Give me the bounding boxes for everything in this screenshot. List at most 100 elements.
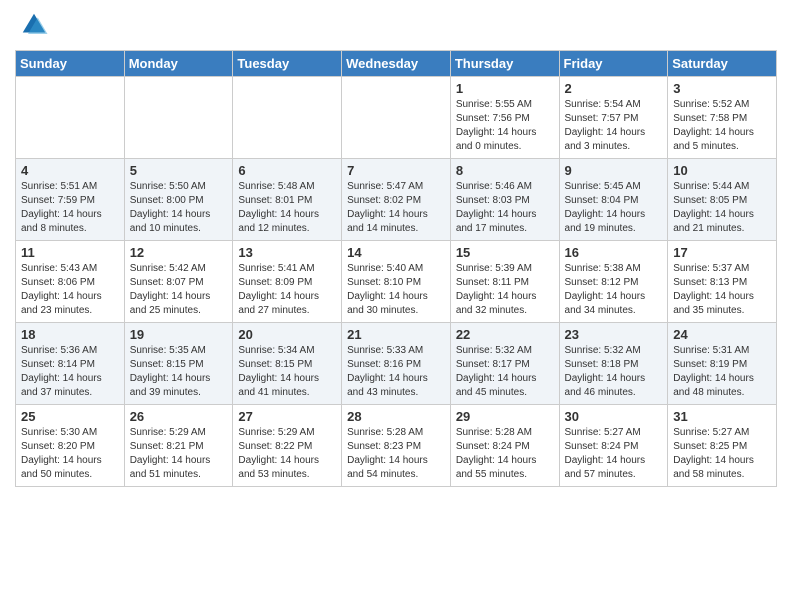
- day-info: Sunrise: 5:27 AM Sunset: 8:25 PM Dayligh…: [673, 426, 771, 482]
- day-info: Sunrise: 5:40 AM Sunset: 8:10 PM Dayligh…: [347, 262, 445, 318]
- day-number: 5: [130, 163, 228, 178]
- calendar-cell: 1Sunrise: 5:55 AM Sunset: 7:56 PM Daylig…: [450, 77, 559, 159]
- day-info: Sunrise: 5:44 AM Sunset: 8:05 PM Dayligh…: [673, 180, 771, 236]
- day-number: 18: [21, 327, 119, 342]
- day-number: 16: [565, 245, 663, 260]
- calendar-cell: 25 Sunrise: 5:30 AM Sunset: 8:20 PM Dayli…: [16, 405, 125, 487]
- calendar-cell: 4Sunrise: 5:51 AM Sunset: 7:59 PM Daylig…: [16, 159, 125, 241]
- calendar-week-1: 1Sunrise: 5:55 AM Sunset: 7:56 PM Daylig…: [16, 77, 777, 159]
- day-info: Sunrise: 5:29 AM Sunset: 8:22 PM Dayligh…: [238, 426, 336, 482]
- day-info: Sunrise: 5:41 AM Sunset: 8:09 PM Dayligh…: [238, 262, 336, 318]
- calendar-body: 1Sunrise: 5:55 AM Sunset: 7:56 PM Daylig…: [16, 77, 777, 487]
- calendar-cell: 3Sunrise: 5:52 AM Sunset: 7:58 PM Daylig…: [668, 77, 777, 159]
- calendar-week-3: 11 Sunrise: 5:43 AM Sunset: 8:06 PM Dayli…: [16, 241, 777, 323]
- day-number: 22: [456, 327, 554, 342]
- day-info: Sunrise: 5:33 AM Sunset: 8:16 PM Dayligh…: [347, 344, 445, 400]
- day-number: 12: [130, 245, 228, 260]
- calendar-cell: 31 Sunrise: 5:27 AM Sunset: 8:25 PM Dayli…: [668, 405, 777, 487]
- weekday-header-friday: Friday: [559, 51, 668, 77]
- day-info: Sunrise: 5:29 AM Sunset: 8:21 PM Dayligh…: [130, 426, 228, 482]
- day-number: 27: [238, 409, 336, 424]
- day-number: 4: [21, 163, 119, 178]
- day-info: Sunrise: 5:32 AM Sunset: 8:17 PM Dayligh…: [456, 344, 554, 400]
- day-info: Sunrise: 5:42 AM Sunset: 8:07 PM Dayligh…: [130, 262, 228, 318]
- calendar-cell: 13Sunrise: 5:41 AM Sunset: 8:09 PM Dayli…: [233, 241, 342, 323]
- calendar-cell: 18 Sunrise: 5:36 AM Sunset: 8:14 PM Dayli…: [16, 323, 125, 405]
- calendar-cell: 14 Sunrise: 5:40 AM Sunset: 8:10 PM Dayli…: [342, 241, 451, 323]
- day-number: 25: [21, 409, 119, 424]
- calendar-cell: 23Sunrise: 5:32 AM Sunset: 8:18 PM Dayli…: [559, 323, 668, 405]
- calendar-cell: 11 Sunrise: 5:43 AM Sunset: 8:06 PM Dayli…: [16, 241, 125, 323]
- calendar-cell: 19Sunrise: 5:35 AM Sunset: 8:15 PM Dayli…: [124, 323, 233, 405]
- calendar-cell: [124, 77, 233, 159]
- calendar-cell: [233, 77, 342, 159]
- calendar-cell: 30 Sunrise: 5:27 AM Sunset: 8:24 PM Dayli…: [559, 405, 668, 487]
- day-number: 19: [130, 327, 228, 342]
- weekday-header-monday: Monday: [124, 51, 233, 77]
- day-number: 11: [21, 245, 119, 260]
- calendar-cell: 29 Sunrise: 5:28 AM Sunset: 8:24 PM Dayli…: [450, 405, 559, 487]
- day-info: Sunrise: 5:43 AM Sunset: 8:06 PM Dayligh…: [21, 262, 119, 318]
- calendar-cell: 20 Sunrise: 5:34 AM Sunset: 8:15 PM Dayli…: [233, 323, 342, 405]
- calendar-cell: 24 Sunrise: 5:31 AM Sunset: 8:19 PM Dayli…: [668, 323, 777, 405]
- day-info: Sunrise: 5:36 AM Sunset: 8:14 PM Dayligh…: [21, 344, 119, 400]
- day-info: Sunrise: 5:32 AM Sunset: 8:18 PM Dayligh…: [565, 344, 663, 400]
- day-number: 24: [673, 327, 771, 342]
- calendar-cell: 21 Sunrise: 5:33 AM Sunset: 8:16 PM Dayli…: [342, 323, 451, 405]
- day-number: 20: [238, 327, 336, 342]
- weekday-header-saturday: Saturday: [668, 51, 777, 77]
- day-number: 26: [130, 409, 228, 424]
- calendar-cell: 28 Sunrise: 5:28 AM Sunset: 8:23 PM Dayli…: [342, 405, 451, 487]
- day-info: Sunrise: 5:28 AM Sunset: 8:23 PM Dayligh…: [347, 426, 445, 482]
- day-number: 6: [238, 163, 336, 178]
- calendar-week-5: 25 Sunrise: 5:30 AM Sunset: 8:20 PM Dayli…: [16, 405, 777, 487]
- day-info: Sunrise: 5:39 AM Sunset: 8:11 PM Dayligh…: [456, 262, 554, 318]
- day-info: Sunrise: 5:48 AM Sunset: 8:01 PM Dayligh…: [238, 180, 336, 236]
- calendar-week-2: 4Sunrise: 5:51 AM Sunset: 7:59 PM Daylig…: [16, 159, 777, 241]
- calendar-cell: 8 Sunrise: 5:46 AM Sunset: 8:03 PM Daylig…: [450, 159, 559, 241]
- day-number: 8: [456, 163, 554, 178]
- day-info: Sunrise: 5:30 AM Sunset: 8:20 PM Dayligh…: [21, 426, 119, 482]
- calendar-table: SundayMondayTuesdayWednesdayThursdayFrid…: [15, 50, 777, 487]
- day-info: Sunrise: 5:47 AM Sunset: 8:02 PM Dayligh…: [347, 180, 445, 236]
- calendar-cell: 27 Sunrise: 5:29 AM Sunset: 8:22 PM Dayli…: [233, 405, 342, 487]
- day-info: Sunrise: 5:34 AM Sunset: 8:15 PM Dayligh…: [238, 344, 336, 400]
- logo: [15, 10, 49, 40]
- weekday-header-wednesday: Wednesday: [342, 51, 451, 77]
- calendar-cell: 12 Sunrise: 5:42 AM Sunset: 8:07 PM Dayli…: [124, 241, 233, 323]
- page-header: [15, 10, 777, 40]
- calendar-cell: 9Sunrise: 5:45 AM Sunset: 8:04 PM Daylig…: [559, 159, 668, 241]
- calendar-cell: [342, 77, 451, 159]
- calendar-week-4: 18 Sunrise: 5:36 AM Sunset: 8:14 PM Dayli…: [16, 323, 777, 405]
- day-info: Sunrise: 5:50 AM Sunset: 8:00 PM Dayligh…: [130, 180, 228, 236]
- calendar-cell: 5 Sunrise: 5:50 AM Sunset: 8:00 PM Daylig…: [124, 159, 233, 241]
- day-number: 29: [456, 409, 554, 424]
- day-info: Sunrise: 5:52 AM Sunset: 7:58 PM Dayligh…: [673, 98, 771, 154]
- day-info: Sunrise: 5:28 AM Sunset: 8:24 PM Dayligh…: [456, 426, 554, 482]
- calendar-cell: [16, 77, 125, 159]
- calendar-cell: 7Sunrise: 5:47 AM Sunset: 8:02 PM Daylig…: [342, 159, 451, 241]
- weekday-header-tuesday: Tuesday: [233, 51, 342, 77]
- day-number: 10: [673, 163, 771, 178]
- day-info: Sunrise: 5:55 AM Sunset: 7:56 PM Dayligh…: [456, 98, 554, 154]
- day-number: 2: [565, 81, 663, 96]
- weekday-header-sunday: Sunday: [16, 51, 125, 77]
- day-info: Sunrise: 5:31 AM Sunset: 8:19 PM Dayligh…: [673, 344, 771, 400]
- logo-icon: [19, 10, 49, 40]
- day-number: 15: [456, 245, 554, 260]
- weekday-header-thursday: Thursday: [450, 51, 559, 77]
- calendar-cell: 15 Sunrise: 5:39 AM Sunset: 8:11 PM Dayli…: [450, 241, 559, 323]
- day-number: 21: [347, 327, 445, 342]
- weekday-header-row: SundayMondayTuesdayWednesdayThursdayFrid…: [16, 51, 777, 77]
- calendar-cell: 26 Sunrise: 5:29 AM Sunset: 8:21 PM Dayli…: [124, 405, 233, 487]
- day-number: 31: [673, 409, 771, 424]
- day-number: 17: [673, 245, 771, 260]
- day-info: Sunrise: 5:27 AM Sunset: 8:24 PM Dayligh…: [565, 426, 663, 482]
- calendar-cell: 6 Sunrise: 5:48 AM Sunset: 8:01 PM Daylig…: [233, 159, 342, 241]
- day-number: 30: [565, 409, 663, 424]
- day-number: 14: [347, 245, 445, 260]
- day-info: Sunrise: 5:38 AM Sunset: 8:12 PM Dayligh…: [565, 262, 663, 318]
- day-number: 28: [347, 409, 445, 424]
- day-info: Sunrise: 5:46 AM Sunset: 8:03 PM Dayligh…: [456, 180, 554, 236]
- calendar-cell: 16 Sunrise: 5:38 AM Sunset: 8:12 PM Dayli…: [559, 241, 668, 323]
